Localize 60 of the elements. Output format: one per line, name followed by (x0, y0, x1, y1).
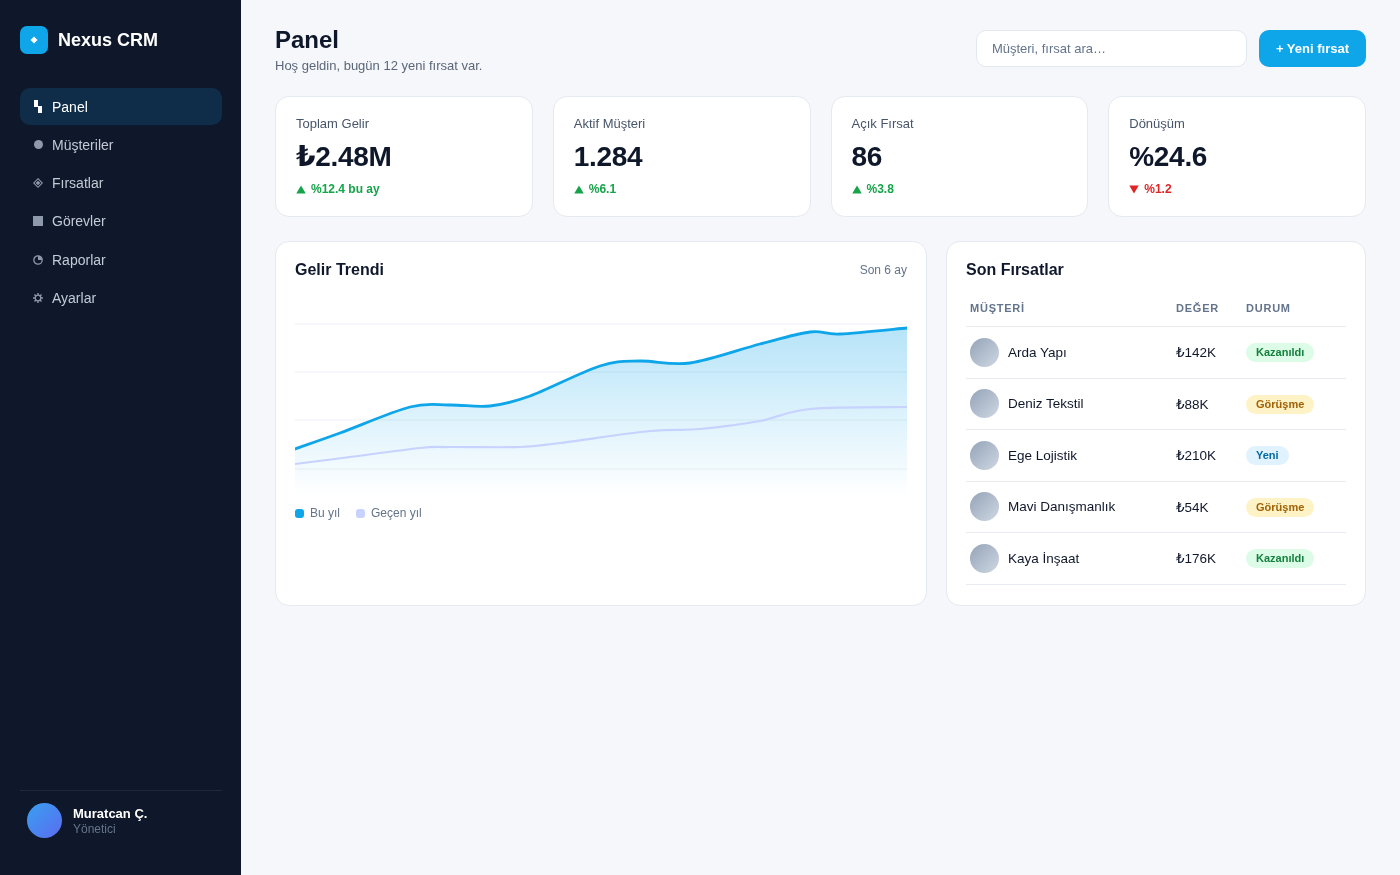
customer-name: Kaya İnşaat (1008, 550, 1080, 566)
brand-name: Nexus CRM (58, 29, 159, 51)
page-subtitle: Hoş geldin, bugün 12 yeni fırsat var. (275, 58, 483, 74)
customer-name: Ege Lojistik (1008, 447, 1078, 463)
square-icon (33, 216, 43, 227)
dot-icon (33, 140, 43, 150)
change-text: %12.4 bu ay (311, 182, 380, 196)
stat-label: Açık Fırsat (851, 116, 915, 131)
search-field[interactable]: Müşteri, fırsat ara… (975, 30, 1247, 67)
column-header: DURUM (1246, 302, 1291, 314)
nav-item[interactable]: Panel (20, 88, 222, 125)
diamond-icon (33, 177, 43, 190)
avatar-icon (970, 543, 999, 573)
nav-item[interactable]: Ayarlar (20, 279, 222, 317)
page-title: Panel (275, 26, 341, 54)
status-badge: Görüşme (1246, 497, 1315, 517)
customer-name: Mavi Danışmanlık (1008, 499, 1116, 515)
card-title: Son Fırsatlar (966, 260, 1064, 280)
customer-name: Arda Yapı (1008, 344, 1067, 360)
status-badge: Kazanıldı (1246, 343, 1315, 363)
deal-value: ₺210K (1176, 448, 1217, 464)
nav-item[interactable]: Müşteriler (20, 126, 222, 164)
pie-icon (33, 254, 43, 265)
deal-value: ₺176K (1176, 551, 1217, 567)
avatar-icon (970, 440, 999, 470)
avatar-icon (970, 389, 999, 419)
legend-label: Bu yıl (310, 506, 340, 520)
stat-value: ₺2.48M (296, 141, 393, 173)
avatar-icon (27, 803, 62, 838)
gear-icon (33, 293, 43, 303)
status-badge: Kazanıldı (1246, 549, 1315, 569)
period-label: Son 6 ay (859, 263, 907, 277)
avatar-icon (970, 492, 999, 522)
avatar-icon (970, 337, 999, 367)
user-name: Muratcan Ç. (73, 805, 148, 821)
change-text: %3.8 (866, 182, 894, 196)
change-text: %1.2 (1144, 182, 1172, 196)
customer-name: Deniz Tekstil (1008, 396, 1084, 412)
stat-value: %24.6 (1129, 141, 1209, 173)
nav-item[interactable]: Fırsatlar (20, 164, 222, 202)
nav-item[interactable]: Raporlar (20, 241, 222, 279)
status-badge: Görüşme (1246, 394, 1315, 414)
status-badge: Yeni (1246, 446, 1289, 466)
stat-label: Dönüşüm (1129, 116, 1186, 131)
stat-value: 86 (851, 141, 884, 173)
blocks-icon (34, 100, 42, 113)
deal-value: ₺54K (1176, 499, 1209, 515)
change-text: %6.1 (588, 182, 617, 196)
legend-label: Geçen yıl (371, 506, 422, 520)
nav-item[interactable]: Görevler (20, 202, 222, 240)
stat-label: Aktif Müşteri (573, 116, 647, 131)
deal-value: ₺88K (1176, 396, 1209, 412)
stat-value: 1.284 (573, 141, 644, 173)
column-header: DEĞER (1176, 302, 1219, 314)
stat-label: Toplam Gelir (296, 116, 370, 131)
diamond-logo-icon (20, 26, 48, 54)
card-title: Gelir Trendi (295, 260, 384, 280)
user-role: Yönetici (73, 821, 117, 836)
column-header: MÜŞTERİ (970, 302, 1025, 314)
deal-value: ₺142K (1176, 345, 1217, 361)
